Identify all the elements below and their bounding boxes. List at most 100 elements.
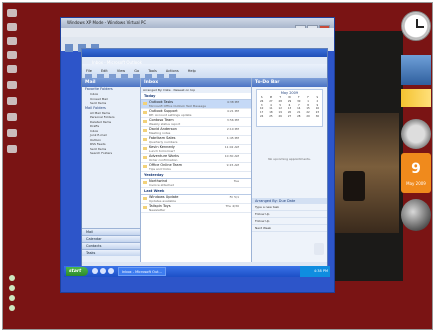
clock-minute-hand xyxy=(416,26,424,28)
envelope-icon xyxy=(143,129,147,132)
envelope-icon xyxy=(143,181,147,184)
mail-time: 3:56 PM xyxy=(226,118,239,122)
mail-subject: RE: Account settings update xyxy=(149,113,192,117)
desktop-shortcut-icon[interactable] xyxy=(7,37,17,45)
desktop-shortcut-icon[interactable] xyxy=(7,145,17,153)
nav-button-contacts[interactable]: Contacts xyxy=(82,242,140,249)
calendar-day[interactable]: 24 xyxy=(257,115,266,119)
mail-item[interactable]: Northwind Tue Invoice attached xyxy=(141,179,251,188)
clock-gadget[interactable] xyxy=(401,11,431,41)
mail-item[interactable]: Fabrikam Sales 1:45 PM Quarterly numbers xyxy=(141,136,251,145)
media-player-icon[interactable] xyxy=(108,268,114,274)
toolbar-icon[interactable] xyxy=(65,44,73,52)
nav-button-mail[interactable]: Mail xyxy=(82,228,140,235)
tray-icon[interactable] xyxy=(9,285,15,291)
mini-calendar[interactable]: May 2009 S M T W T F S 26 27 28 29 30 1 2 3 4 5 6 7 8 9 10 11 1… xyxy=(256,89,323,127)
inbox-title: Inbox xyxy=(141,78,251,87)
nav-button-tasks[interactable]: Tasks xyxy=(82,249,140,256)
desktop-frame: 9 May 2009 Windows XP Mode - Windows Vir… xyxy=(2,2,433,330)
mail-subject: Newsletter xyxy=(149,208,166,212)
mini-calendar-grid[interactable]: S M T W T F S 26 27 28 29 30 1 2 3 4 5 6 7 8 9 10 11 12 13 14 15 16… xyxy=(257,96,322,119)
outlook-title-bar[interactable]: Inbox - Microsoft Outlook xyxy=(82,49,327,65)
mail-item[interactable]: Windows Update Fri 5/1 Updates available xyxy=(141,195,251,204)
mail-item[interactable]: Outlook Support 4:21 PM RE: Account settin… xyxy=(141,109,251,118)
no-appointments: No upcoming appointments. xyxy=(268,157,311,161)
moon-gadget[interactable] xyxy=(401,199,431,231)
todo-title: To-Do Bar xyxy=(252,78,327,87)
task-item[interactable]: Follow Up xyxy=(252,211,327,218)
envelope-icon xyxy=(143,138,147,141)
mail-item[interactable]: David Anderson 2:10 PM Meeting notes xyxy=(141,127,251,136)
mail-list-today: Outlook Tasks 4:38 PM Microsoft Office Out… xyxy=(141,100,251,172)
desktop-shortcut-icon[interactable] xyxy=(7,113,17,121)
newest-on-top: Newest on top xyxy=(173,88,196,92)
calendar-day[interactable]: 29 xyxy=(303,115,312,119)
arranged-by-label: Arranged By: Date xyxy=(143,88,171,92)
new-task-input[interactable]: Type a new task xyxy=(252,204,327,211)
mail-subject: Order confirmation xyxy=(149,158,178,162)
ie-icon[interactable] xyxy=(92,268,98,274)
desktop-icon[interactable] xyxy=(100,268,106,274)
desktop-shortcut-icon[interactable] xyxy=(7,23,17,31)
mail-time: 4:38 PM xyxy=(226,100,239,104)
mail-subject: Lunch tomorrow? xyxy=(149,149,175,153)
desktop-shortcut-icon[interactable] xyxy=(7,129,17,137)
mail-subject: Microsoft Office Outlook Test Message xyxy=(149,104,206,108)
desktop-shortcut-icon[interactable] xyxy=(7,81,17,89)
calendar-day[interactable]: 26 xyxy=(276,115,285,119)
taskbar-clock[interactable]: 4:38 PM xyxy=(300,266,330,277)
calendar-day[interactable]: 27 xyxy=(285,115,294,119)
tray-icon[interactable] xyxy=(9,295,15,301)
mail-list-yesterday: Northwind Tue Invoice attached xyxy=(141,179,251,188)
menu-help[interactable]: Help xyxy=(188,69,196,73)
vm-title: Windows XP Mode - Windows Virtual PC xyxy=(67,20,147,25)
mail-time: 2:10 PM xyxy=(226,127,239,131)
taskbar: start Inbox - Microsoft Out... 4:38 PM xyxy=(64,266,330,277)
group-yesterday[interactable]: Yesterday xyxy=(141,172,251,179)
mail-item[interactable]: Outlook Tasks 4:38 PM Microsoft Office Out… xyxy=(141,100,251,109)
mail-item[interactable]: Office Online Team 9:15 AM Tips and tricks xyxy=(141,163,251,172)
envelope-icon xyxy=(143,156,147,159)
mail-time: 4:21 PM xyxy=(226,109,239,113)
tray-icon[interactable] xyxy=(9,275,15,281)
desktop-shortcut-icon[interactable] xyxy=(7,65,17,73)
envelope-icon xyxy=(143,197,147,200)
calendar-gadget[interactable]: 9 May 2009 xyxy=(401,153,431,193)
feed-gadget[interactable] xyxy=(401,89,431,107)
task-item[interactable]: Follow Up xyxy=(252,218,327,225)
outlook-window: Inbox - Microsoft Outlook File Edit View… xyxy=(81,48,328,268)
vm-menu-bar: Action USB Tools Help xyxy=(61,28,334,44)
mail-list-last-week: Windows Update Fri 5/1 Updates available Ta… xyxy=(141,195,251,213)
cpu-meter-gadget[interactable] xyxy=(401,119,431,149)
desktop-shortcut-icon[interactable] xyxy=(7,51,17,59)
group-last-week[interactable]: Last Week xyxy=(141,188,251,195)
desktop-shortcut-icon[interactable] xyxy=(7,97,17,105)
windows-logo-icon xyxy=(314,243,324,255)
start-button[interactable]: start xyxy=(66,267,88,276)
vm-title-bar[interactable]: Windows XP Mode - Windows Virtual PC xyxy=(61,18,334,34)
mail-time: Tue xyxy=(233,179,239,183)
mail-item[interactable]: Contoso Team 3:56 PM Weekly status report xyxy=(141,118,251,127)
calendar-day[interactable]: 25 xyxy=(266,115,275,119)
tray-icon[interactable] xyxy=(9,305,15,311)
calendar-day[interactable]: 30 xyxy=(313,115,322,119)
taskbar-button-outlook[interactable]: Inbox - Microsoft Out... xyxy=(118,267,166,276)
nav-title: Mail xyxy=(82,78,140,87)
task-item[interactable]: Next Week xyxy=(252,225,327,232)
tasks-list: Arranged By: Due Date Type a new task Fo… xyxy=(252,198,327,267)
envelope-icon xyxy=(143,111,147,114)
folder-item[interactable]: Search Folders xyxy=(82,151,140,156)
nav-button-calendar[interactable]: Calendar xyxy=(82,235,140,242)
calendar-day[interactable]: 28 xyxy=(294,115,303,119)
group-today[interactable]: Today xyxy=(141,93,251,100)
mail-time: 9:15 AM xyxy=(226,163,239,167)
mail-time: Fri 5/1 xyxy=(229,195,239,199)
mail-subject: Meeting notes xyxy=(149,131,171,135)
slideshow-gadget[interactable] xyxy=(401,55,431,85)
recycle-bin-icon[interactable] xyxy=(7,9,17,17)
mail-item[interactable]: Tailspin Toys Thu 4/30 Newsletter xyxy=(141,204,251,213)
mail-item[interactable]: Adventure Works 10:30 AM Order confirmatio… xyxy=(141,154,251,163)
mail-subject: Weekly status report xyxy=(149,122,181,126)
mail-time: 11:02 AM xyxy=(224,145,239,149)
mail-item[interactable]: Kevin Kennedy 11:02 AM Lunch tomorrow? xyxy=(141,145,251,154)
